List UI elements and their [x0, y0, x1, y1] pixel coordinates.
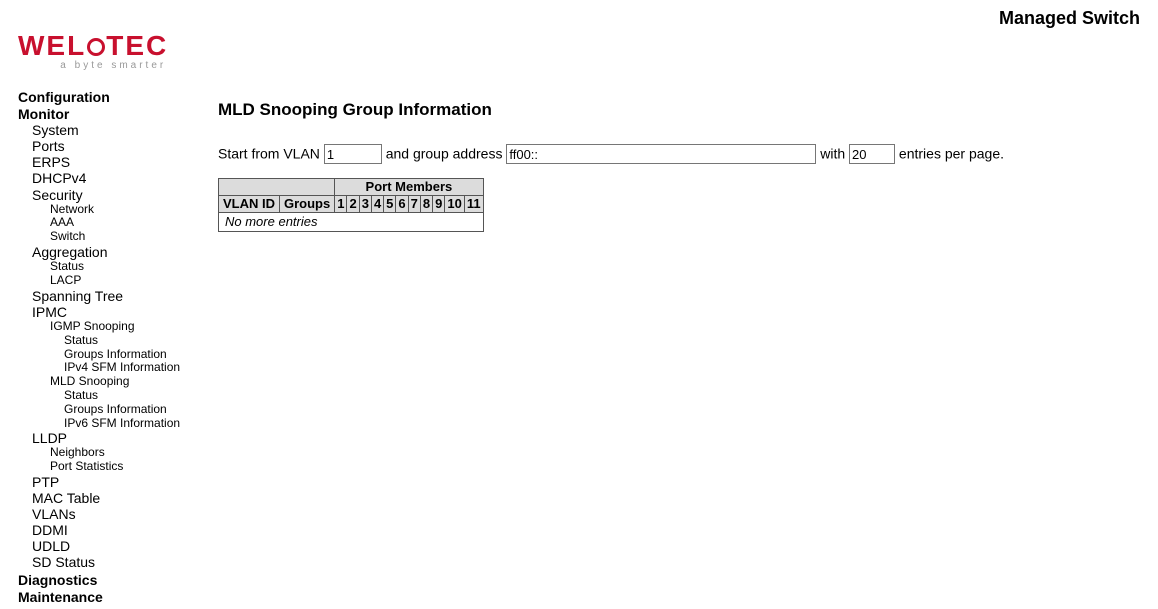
logo: WELTEC a byte smarter [18, 30, 168, 71]
nav-ptp[interactable]: PTP [32, 474, 208, 490]
col-port-5: 5 [384, 196, 396, 213]
nav-ipmc[interactable]: IPMC [32, 304, 208, 320]
nav-spanning-tree[interactable]: Spanning Tree [32, 288, 208, 304]
label-entries-per-page: entries per page. [899, 146, 1004, 162]
col-port-2: 2 [347, 196, 359, 213]
nav-mac-table[interactable]: MAC Table [32, 490, 208, 506]
table-head-port-members: Port Members [335, 179, 483, 196]
nav-sd-status[interactable]: SD Status [32, 554, 208, 570]
nav-udld[interactable]: UDLD [32, 538, 208, 554]
nav-mld-groups[interactable]: Groups Information [64, 403, 208, 417]
nav-erps[interactable]: ERPS [32, 154, 208, 170]
nav-monitor[interactable]: Monitor [18, 106, 208, 122]
nav-ports[interactable]: Ports [32, 138, 208, 154]
col-port-3: 3 [359, 196, 371, 213]
main-content: MLD Snooping Group Information Start fro… [218, 100, 1148, 232]
label-with: with [820, 146, 849, 162]
nav-igmp-sfm[interactable]: IPv4 SFM Information [64, 361, 208, 375]
nav-diagnostics[interactable]: Diagnostics [18, 572, 208, 588]
col-port-1: 1 [335, 196, 347, 213]
nav-security-switch[interactable]: Switch [50, 230, 208, 244]
nav-lldp-neighbors[interactable]: Neighbors [50, 446, 208, 460]
entries-input[interactable] [849, 144, 895, 164]
sidebar-nav: Configuration Monitor System Ports ERPS … [18, 88, 208, 605]
group-address-input[interactable] [506, 144, 816, 164]
nav-lldp-portstats[interactable]: Port Statistics [50, 460, 208, 474]
col-port-9: 9 [433, 196, 445, 213]
col-port-11: 11 [464, 196, 483, 213]
table-row-empty: No more entries [219, 213, 484, 232]
nav-security-aaa[interactable]: AAA [50, 216, 208, 230]
nav-mld-sfm[interactable]: IPv6 SFM Information [64, 417, 208, 431]
nav-aggregation-lacp[interactable]: LACP [50, 274, 208, 288]
col-port-10: 10 [445, 196, 464, 213]
nav-maintenance[interactable]: Maintenance [18, 589, 208, 605]
groups-table: Port Members VLAN ID Groups 1 2 3 4 5 6 … [218, 178, 484, 232]
nav-mld-status[interactable]: Status [64, 389, 208, 403]
page-title: MLD Snooping Group Information [218, 100, 1148, 120]
nav-aggregation[interactable]: Aggregation [32, 244, 208, 260]
nav-igmp-snooping[interactable]: IGMP Snooping [50, 320, 208, 334]
nav-security-network[interactable]: Network [50, 203, 208, 217]
label-start-vlan: Start from VLAN [218, 146, 324, 162]
nav-aggregation-status[interactable]: Status [50, 260, 208, 274]
col-groups: Groups [280, 196, 335, 213]
col-vlan-id: VLAN ID [219, 196, 280, 213]
filter-row: Start from VLAN and group address with e… [218, 144, 1148, 164]
nav-igmp-status[interactable]: Status [64, 334, 208, 348]
nav-lldp[interactable]: LLDP [32, 430, 208, 446]
nav-system[interactable]: System [32, 122, 208, 138]
no-more-entries: No more entries [219, 213, 484, 232]
nav-configuration[interactable]: Configuration [18, 89, 208, 105]
vlan-input[interactable] [324, 144, 382, 164]
col-port-4: 4 [371, 196, 383, 213]
logo-wordmark: WELTEC [18, 30, 168, 62]
logo-ring-icon [87, 38, 105, 56]
nav-ddmi[interactable]: DDMI [32, 522, 208, 538]
col-port-8: 8 [420, 196, 432, 213]
nav-security[interactable]: Security [32, 187, 208, 203]
table-head-spacer [219, 179, 335, 196]
nav-mld-snooping[interactable]: MLD Snooping [50, 375, 208, 389]
col-port-6: 6 [396, 196, 408, 213]
nav-dhcpv4[interactable]: DHCPv4 [32, 170, 208, 186]
label-group-address: and group address [386, 146, 507, 162]
header-title: Managed Switch [999, 8, 1140, 29]
nav-igmp-groups[interactable]: Groups Information [64, 348, 208, 362]
nav-vlans[interactable]: VLANs [32, 506, 208, 522]
col-port-7: 7 [408, 196, 420, 213]
